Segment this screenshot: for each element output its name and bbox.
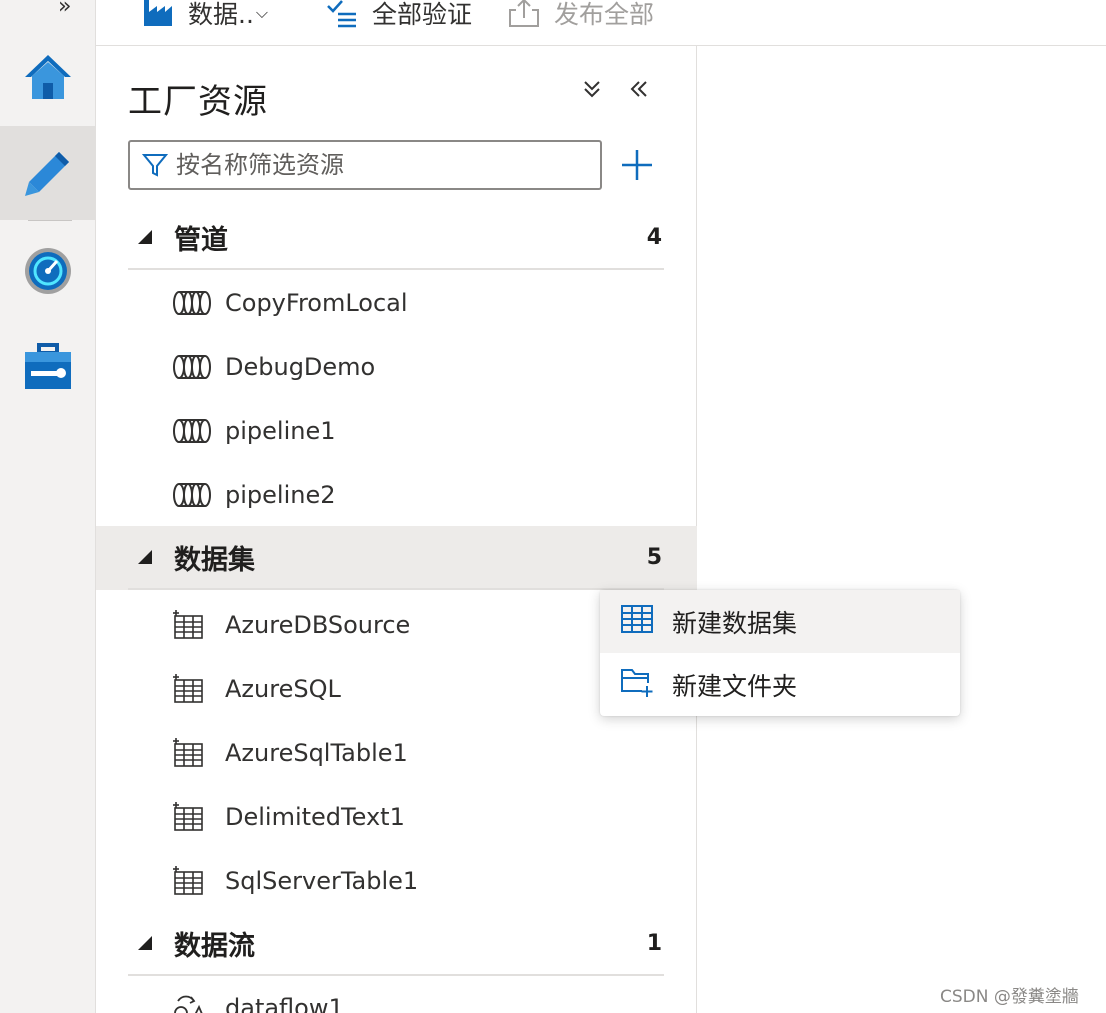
caret-expanded-icon (138, 936, 152, 950)
section-header: 管道 4 (128, 206, 664, 270)
plus-icon (622, 150, 652, 180)
dataset-table-icon (172, 737, 212, 769)
dataset-label: AzureSQL (225, 675, 341, 703)
caret-expanded-icon (138, 230, 152, 244)
top-toolbar: 数据.. ⌵ 全部验证 发布全部 (96, 0, 1106, 46)
pipeline-label: CopyFromLocal (225, 289, 408, 317)
caret-expanded-icon (138, 550, 152, 564)
double-chevron-down-icon (584, 81, 600, 98)
section-count: 1 (646, 930, 662, 956)
validate-all-button[interactable]: 全部验证 (326, 0, 472, 36)
pipeline-icon (172, 479, 212, 511)
pipeline-item[interactable]: pipeline2 (96, 463, 697, 527)
validate-all-label: 全部验证 (372, 0, 473, 29)
publish-all-button[interactable]: 发布全部 (508, 0, 654, 36)
pipeline-label: pipeline1 (225, 417, 336, 445)
section-datasets[interactable]: 数据集 5 (96, 526, 697, 590)
toolbox-icon (25, 343, 71, 389)
dataset-label: AzureSqlTable1 (225, 739, 408, 767)
context-menu: 新建数据集 新建文件夹 (600, 590, 960, 716)
expand-rail-icon[interactable]: » (58, 0, 71, 19)
dataset-item[interactable]: SqlServerTable1 (96, 849, 697, 913)
section-label: 数据集 (174, 544, 255, 576)
left-nav-rail: » (0, 0, 96, 1013)
dataset-label: DelimitedText1 (225, 803, 405, 831)
dataset-label: AzureDBSource (225, 611, 411, 639)
menu-item-label: 新建数据集 (672, 608, 798, 638)
pipeline-item[interactable]: DebugDemo (96, 335, 697, 399)
dataset-table-icon (172, 865, 212, 897)
section-header: 数据流 1 (128, 912, 664, 976)
filter-icon (142, 154, 168, 177)
dataset-label: SqlServerTable1 (225, 867, 419, 895)
menu-item-new-folder[interactable]: 新建文件夹 (600, 653, 960, 716)
nav-home[interactable] (0, 30, 96, 124)
double-chevron-left-icon (630, 81, 647, 97)
filter-input[interactable] (176, 151, 576, 179)
factory-resources-panel: 工厂资源 管道 4 CopyFrom (96, 46, 697, 1013)
nav-monitor[interactable] (0, 224, 96, 318)
add-resource-button[interactable] (618, 146, 656, 184)
dataset-item[interactable]: AzureSqlTable1 (96, 721, 697, 785)
section-label: 数据流 (174, 930, 255, 962)
dataset-table-icon (172, 673, 212, 705)
rail-divider (28, 220, 72, 221)
section-count: 5 (646, 544, 662, 570)
pencil-icon (25, 152, 69, 196)
factory-icon (144, 0, 172, 26)
pipeline-icon (172, 351, 212, 383)
factory-label: 数据.. (188, 0, 254, 29)
dataset-item[interactable]: DelimitedText1 (96, 785, 697, 849)
new-folder-icon (620, 667, 654, 701)
pipeline-label: pipeline2 (225, 481, 336, 509)
nav-author[interactable] (0, 126, 96, 220)
section-pipelines[interactable]: 管道 4 (96, 206, 697, 270)
table-icon (620, 604, 654, 638)
pipeline-icon (172, 415, 212, 447)
menu-item-new-dataset[interactable]: 新建数据集 (600, 590, 960, 653)
gauge-icon (25, 248, 71, 294)
pipeline-item[interactable]: pipeline1 (96, 399, 697, 463)
filter-box (128, 140, 602, 190)
publish-all-label: 发布全部 (554, 0, 655, 29)
section-header: 数据集 5 (128, 526, 664, 590)
pipeline-label: DebugDemo (225, 353, 376, 381)
collapse-panel-button[interactable] (624, 74, 654, 104)
dataset-table-icon (172, 801, 212, 833)
menu-item-label: 新建文件夹 (672, 671, 798, 701)
dataflow-icon (172, 992, 212, 1013)
publish-icon (509, 0, 539, 27)
panel-title: 工厂资源 (128, 82, 268, 122)
home-icon (25, 55, 71, 99)
factory-selector-button[interactable]: 数据.. ⌵ (142, 0, 268, 36)
section-count: 4 (646, 224, 662, 250)
section-dataflows[interactable]: 数据流 1 (96, 912, 697, 976)
dataflow-item[interactable]: dataflow1 (96, 976, 697, 1013)
pipeline-item[interactable]: CopyFromLocal (96, 271, 697, 335)
chevron-down-icon: ⌵ (255, 3, 269, 22)
watermark: CSDN @發糞塗牆 (940, 987, 1079, 1007)
dataset-table-icon (172, 609, 212, 641)
pipeline-icon (172, 287, 212, 319)
collapse-all-button[interactable] (577, 74, 607, 104)
nav-manage[interactable] (0, 320, 96, 414)
dataflow-label: dataflow1 (225, 994, 344, 1013)
section-label: 管道 (174, 224, 228, 256)
validate-icon (327, 0, 356, 28)
